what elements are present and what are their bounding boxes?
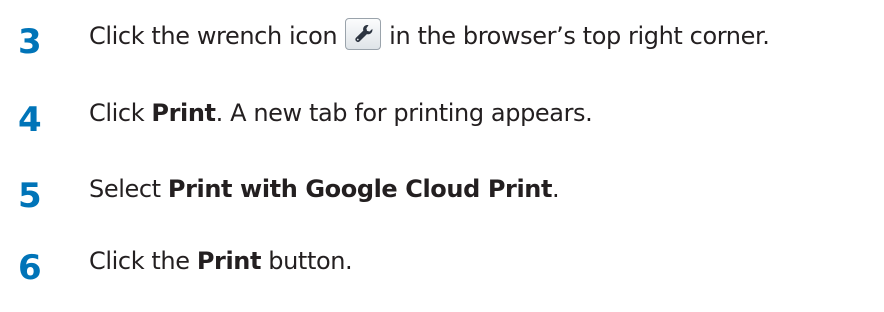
instruction-text: Select bbox=[89, 175, 168, 203]
ui-term-print-with-google-cloud-print: Print with Google Cloud Print bbox=[167, 175, 553, 203]
step-3: 3 Click the wrench icon in the browser’s… bbox=[0, 14, 884, 74]
step-number: 4 bbox=[18, 100, 42, 140]
instruction-text: Click the bbox=[89, 247, 197, 275]
instruction-text: in the browser’s top right corner. bbox=[389, 22, 770, 50]
ui-term-print: Print bbox=[151, 99, 216, 127]
step-4: 4 Click Print. A new tab for printing ap… bbox=[0, 88, 884, 148]
ui-term-print-button: Print bbox=[196, 247, 262, 275]
wrench-icon bbox=[345, 18, 382, 50]
step-number: 5 bbox=[18, 176, 42, 216]
step-instruction: Click the Print button. bbox=[89, 247, 353, 275]
step-5: 5 Select Print with Google Cloud Print. bbox=[0, 164, 884, 224]
step-6: 6 Click the Print button. bbox=[0, 236, 884, 296]
step-number: 3 bbox=[18, 22, 42, 62]
instruction-text: Click the wrench icon bbox=[89, 22, 338, 50]
instruction-text: . A new tab for printing appears. bbox=[215, 99, 593, 127]
step-instruction: Click Print. A new tab for printing appe… bbox=[89, 99, 593, 127]
instruction-text: Click bbox=[89, 99, 152, 127]
instruction-text: . bbox=[552, 175, 560, 203]
step-instruction: Select Print with Google Cloud Print. bbox=[89, 175, 560, 203]
instruction-text: button. bbox=[261, 247, 353, 275]
step-instruction: Click the wrench icon in the browser’s t… bbox=[89, 18, 770, 50]
step-number: 6 bbox=[18, 248, 42, 288]
wrench-glyph bbox=[355, 25, 373, 43]
